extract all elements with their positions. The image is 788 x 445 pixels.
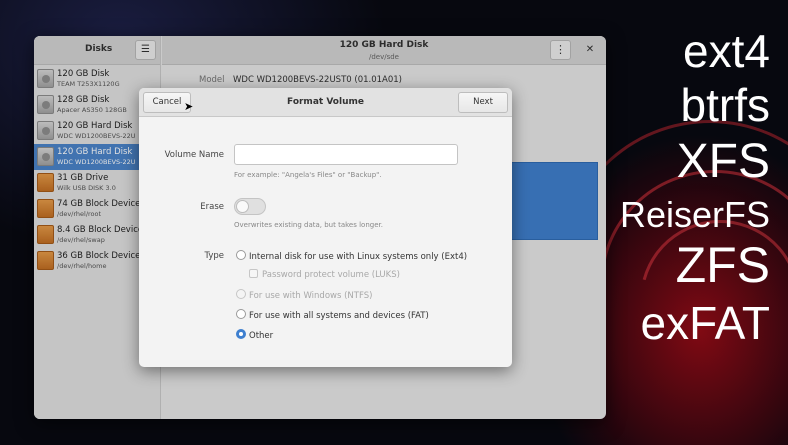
type-label: Type — [204, 251, 224, 261]
format-volume-dialog: Cancel Format Volume Next ➤ Volume Name … — [139, 88, 512, 367]
option-label: For use with all systems and devices (FA… — [249, 311, 429, 321]
erase-label: Erase — [200, 202, 224, 212]
luks-checkbox-option[interactable]: Password protect volume (LUKS) — [249, 269, 400, 280]
overlay-word-zfs: ZFS — [675, 237, 770, 293]
option-label: For use with Windows (NTFS) — [249, 291, 373, 301]
option-label: Other — [249, 331, 274, 341]
volume-name-input[interactable] — [234, 144, 458, 165]
overlay-word-xfs: XFS — [676, 135, 770, 188]
dialog-header: Cancel Format Volume Next ➤ — [139, 88, 512, 117]
overlay-word-btrfs: btrfs — [680, 79, 770, 131]
mouse-pointer-icon: ➤ — [184, 100, 194, 113]
radio-button[interactable] — [236, 289, 246, 299]
radio-button[interactable] — [236, 309, 246, 319]
erase-toggle[interactable] — [234, 198, 266, 215]
overlay-word-reiserfs: ReiserFS — [619, 194, 770, 235]
overlay-word-ext4: ext4 — [683, 25, 770, 77]
next-button[interactable]: Next — [458, 92, 508, 113]
volume-name-label: Volume Name — [164, 150, 224, 160]
radio-button[interactable] — [236, 250, 246, 260]
type-option-ext4[interactable]: Internal disk for use with Linux systems… — [236, 250, 467, 262]
erase-hint: Overwrites existing data, but takes long… — [234, 221, 383, 229]
overlay-word-exfat: exFAT — [640, 297, 770, 349]
type-option-fat[interactable]: For use with all systems and devices (FA… — [236, 309, 429, 321]
type-option-other[interactable]: Other — [236, 329, 273, 341]
option-label: Internal disk for use with Linux systems… — [249, 252, 468, 262]
option-label: Password protect volume (LUKS) — [262, 270, 400, 280]
dialog-title: Format Volume — [287, 97, 364, 107]
toggle-knob — [236, 200, 249, 213]
volume-name-hint: For example: "Angela's Files" or "Backup… — [234, 171, 382, 179]
radio-button-selected[interactable] — [236, 329, 246, 339]
checkbox[interactable] — [249, 269, 258, 278]
type-option-ntfs[interactable]: For use with Windows (NTFS) — [236, 289, 372, 301]
